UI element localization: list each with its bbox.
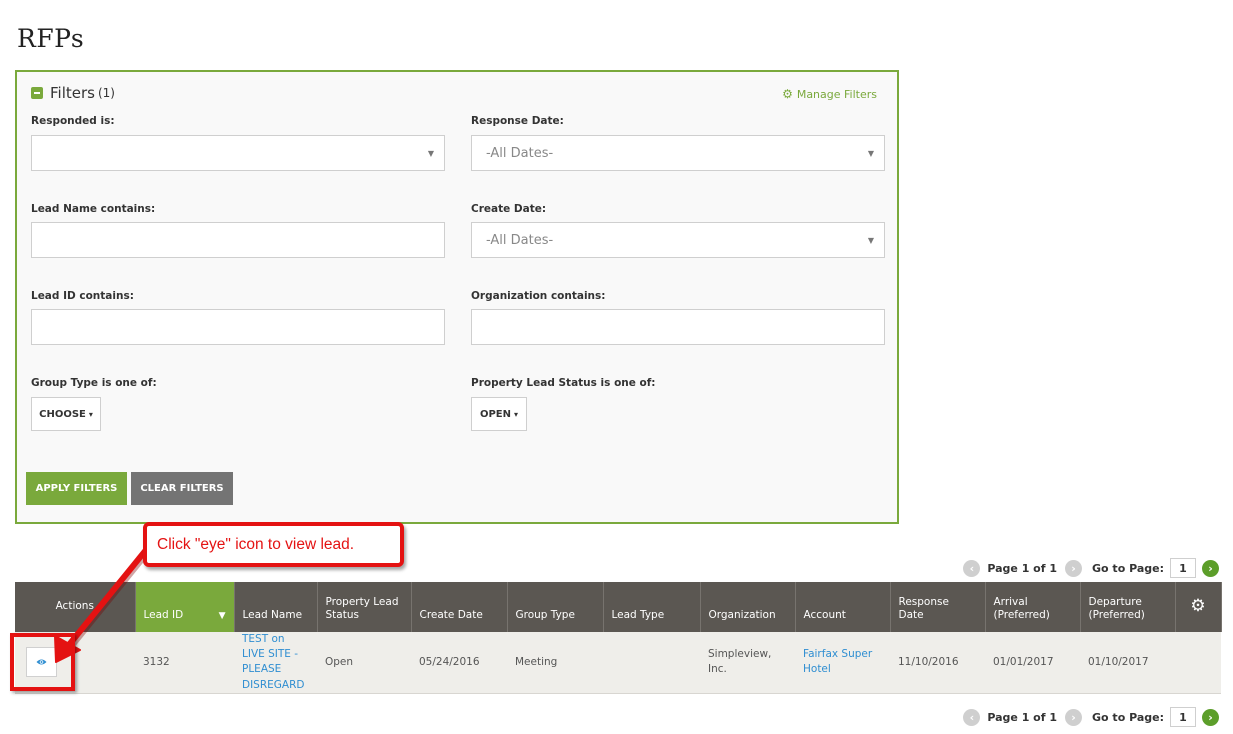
goto-page-label: Go to Page: xyxy=(1092,561,1164,575)
goto-page-input[interactable]: 1 xyxy=(1170,707,1196,727)
apply-filters-button[interactable]: APPLY FILTERS xyxy=(26,472,127,505)
next-page-icon[interactable]: › xyxy=(1065,708,1083,726)
next-page-icon[interactable]: › xyxy=(1065,559,1083,577)
manage-filters-label: Manage Filters xyxy=(796,87,877,101)
lead-name-cell: TEST on LIVE SITE - PLEASE DISREGARD xyxy=(234,632,317,694)
group-type-dropdown[interactable]: CHOOSE ▾ xyxy=(31,397,101,431)
response-date-value: -All Dates- xyxy=(486,145,554,161)
col-group-type[interactable]: Group Type xyxy=(507,582,604,632)
responded-label: Responded is: xyxy=(31,115,115,127)
create-date-value: -All Dates- xyxy=(486,232,554,248)
chevron-down-icon: ▼ xyxy=(427,149,434,158)
lead-status-label: Property Lead Status is one of: xyxy=(471,377,656,389)
lead-type-cell xyxy=(603,632,700,694)
chevron-down-icon: ▼ xyxy=(867,236,874,245)
col-actions: Actions xyxy=(15,582,136,632)
response-date-cell: 11/10/2016 xyxy=(890,632,985,694)
group-type-value: CHOOSE xyxy=(39,408,86,420)
empty-cell xyxy=(1175,632,1221,694)
lead-name-label: Lead Name contains: xyxy=(31,203,156,215)
response-date-select[interactable]: -All Dates- ▼ xyxy=(471,135,885,171)
col-account[interactable]: Account xyxy=(795,582,891,632)
lead-name-link[interactable]: TEST on LIVE SITE - PLEASE DISREGARD xyxy=(242,633,304,691)
col-lead-name[interactable]: Lead Name xyxy=(234,582,318,632)
account-cell: Fairfax Super Hotel xyxy=(795,632,890,694)
page-indicator: Page 1 of 1 xyxy=(987,561,1058,575)
collapse-icon[interactable] xyxy=(31,87,43,99)
filters-panel: Filters (1) ⚙ Manage Filters Responded i… xyxy=(15,70,899,524)
col-arrival[interactable]: Arrival (Preferred) xyxy=(985,582,1081,632)
pager-top: ‹ Page 1 of 1 › Go to Page: 1 › xyxy=(963,558,1219,578)
col-status[interactable]: Property Lead Status xyxy=(317,582,412,632)
responded-select[interactable]: ▼ xyxy=(31,135,445,171)
go-page-button[interactable]: › xyxy=(1202,559,1219,577)
manage-filters-link[interactable]: ⚙ Manage Filters xyxy=(782,87,877,101)
chevron-down-icon: ▼ xyxy=(867,149,874,158)
arrival-cell: 01/01/2017 xyxy=(985,632,1080,694)
pager-bottom: ‹ Page 1 of 1 › Go to Page: 1 › xyxy=(963,707,1219,727)
col-create-date[interactable]: Create Date xyxy=(411,582,508,632)
gear-icon[interactable]: ⚙ xyxy=(1190,596,1205,616)
col-response-date[interactable]: Response Date xyxy=(890,582,986,632)
create-date-label: Create Date: xyxy=(471,203,547,215)
departure-cell: 01/10/2017 xyxy=(1080,632,1175,694)
lead-id-input[interactable] xyxy=(31,309,445,345)
col-lead-id-label: Lead ID xyxy=(143,608,184,621)
page-indicator: Page 1 of 1 xyxy=(987,710,1058,724)
table-row: 3132 TEST on LIVE SITE - PLEASE DISREGAR… xyxy=(15,632,1221,694)
goto-page-label: Go to Page: xyxy=(1092,710,1164,724)
highlight-box xyxy=(10,633,75,691)
table-header-row: Actions Lead ID ▼ Lead Name Property Lead… xyxy=(15,582,1222,632)
lead-status-value: OPEN xyxy=(479,408,511,420)
organization-input[interactable] xyxy=(471,309,885,345)
create-date-cell: 05/24/2016 xyxy=(411,632,507,694)
group-type-label: Group Type is one of: xyxy=(31,377,157,389)
col-lead-type[interactable]: Lead Type xyxy=(603,582,701,632)
col-organization[interactable]: Organization xyxy=(700,582,796,632)
prev-page-icon[interactable]: ‹ xyxy=(963,559,981,577)
filters-count: (1) xyxy=(97,86,115,100)
gear-icon: ⚙ xyxy=(782,87,793,101)
status-cell: Open xyxy=(317,632,411,694)
rfp-table: Actions Lead ID ▼ Lead Name Property Lead… xyxy=(15,582,1222,694)
sort-desc-icon: ▼ xyxy=(218,610,226,621)
annotation-callout: Click "eye" icon to view lead. xyxy=(143,522,404,567)
lead-id-label: Lead ID contains: xyxy=(31,290,134,302)
group-type-cell: Meeting xyxy=(507,632,603,694)
caret-down-icon: ▾ xyxy=(88,409,93,419)
callout-text: Click "eye" icon to view lead. xyxy=(157,535,355,553)
column-settings[interactable]: ⚙ xyxy=(1175,582,1222,632)
organization-label: Organization contains: xyxy=(471,290,606,302)
col-lead-id[interactable]: Lead ID ▼ xyxy=(135,582,235,632)
response-date-label: Response Date: xyxy=(471,115,564,127)
go-page-button[interactable]: › xyxy=(1202,708,1219,726)
filters-title: Filters xyxy=(50,84,95,102)
caret-down-icon: ▾ xyxy=(514,409,519,419)
create-date-select[interactable]: -All Dates- ▼ xyxy=(471,222,885,258)
col-departure[interactable]: Departure (Preferred) xyxy=(1080,582,1176,632)
page-title: RFPs xyxy=(17,24,85,53)
lead-status-dropdown[interactable]: OPEN ▾ xyxy=(471,397,527,431)
goto-page-input[interactable]: 1 xyxy=(1170,558,1196,578)
organization-cell: Simpleview, Inc. xyxy=(700,632,795,694)
account-link[interactable]: Fairfax Super Hotel xyxy=(803,648,872,675)
prev-page-icon[interactable]: ‹ xyxy=(963,708,981,726)
filters-toggle[interactable]: Filters (1) xyxy=(31,84,115,102)
lead-id-cell: 3132 xyxy=(135,632,234,694)
clear-filters-button[interactable]: CLEAR FILTERS xyxy=(131,472,233,505)
lead-name-input[interactable] xyxy=(31,222,445,258)
